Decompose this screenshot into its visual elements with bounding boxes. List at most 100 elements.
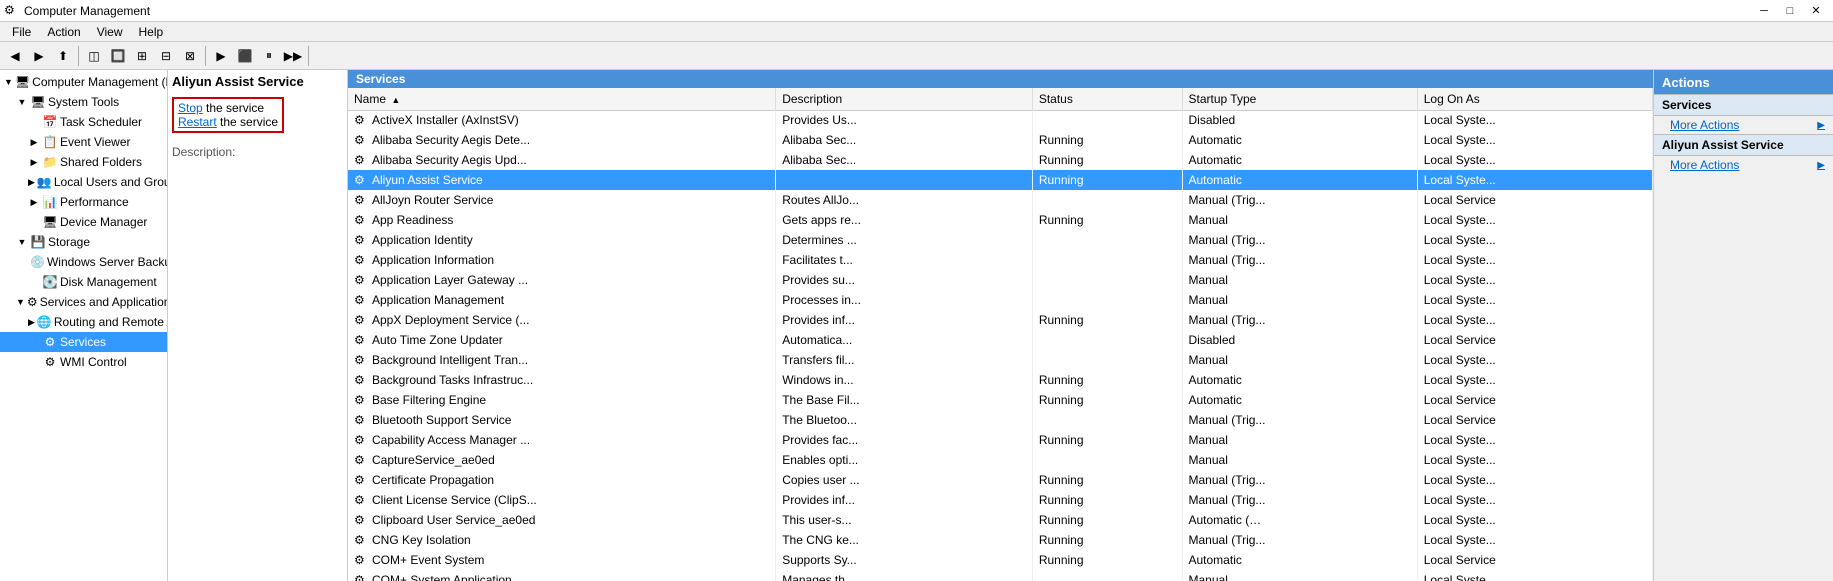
expand-system-tools[interactable]: ▼ bbox=[16, 96, 28, 108]
service-icon: ⚙ bbox=[354, 473, 370, 487]
sidebar-item-storage[interactable]: ▼ 💾 Storage bbox=[0, 232, 167, 252]
table-row[interactable]: ⚙Client License Service (ClipS... Provid… bbox=[348, 490, 1653, 510]
table-row[interactable]: ⚙Application Management Processes in... … bbox=[348, 290, 1653, 310]
menu-action[interactable]: Action bbox=[39, 23, 88, 41]
toolbar-stop[interactable]: ⬛ bbox=[234, 45, 256, 67]
menu-file[interactable]: File bbox=[4, 23, 39, 41]
expand-local-users[interactable]: ▶ bbox=[28, 176, 35, 188]
maximize-button[interactable]: □ bbox=[1777, 0, 1803, 22]
toolbar-forward[interactable]: ▶ bbox=[28, 45, 50, 67]
expand-device-manager[interactable] bbox=[28, 216, 40, 228]
table-row[interactable]: ⚙CaptureService_ae0ed Enables opti... Ma… bbox=[348, 450, 1653, 470]
service-icon: ⚙ bbox=[354, 353, 370, 367]
service-status-cell bbox=[1032, 330, 1182, 350]
actions-more-actions-aliyun[interactable]: More Actions ▶ bbox=[1654, 156, 1833, 174]
col-header-description[interactable]: Description bbox=[776, 88, 1033, 110]
sidebar-item-event-viewer[interactable]: ▶ 📋 Event Viewer bbox=[0, 132, 167, 152]
menu-view[interactable]: View bbox=[89, 23, 131, 41]
expand-wmi[interactable] bbox=[28, 356, 40, 368]
toolbar-up[interactable]: ⬆ bbox=[52, 45, 74, 67]
col-header-logon[interactable]: Log On As bbox=[1417, 88, 1652, 110]
table-row[interactable]: ⚙AllJoyn Router Service Routes AllJo... … bbox=[348, 190, 1653, 210]
expand-root[interactable]: ▼ bbox=[4, 76, 13, 88]
table-row[interactable]: ⚙Auto Time Zone Updater Automatica... Di… bbox=[348, 330, 1653, 350]
toolbar-btn3[interactable]: ⊞ bbox=[131, 45, 153, 67]
sidebar-item-routing[interactable]: ▶ 🌐 Routing and Remote Ac... bbox=[0, 312, 167, 332]
toolbar-btn2[interactable]: 🔲 bbox=[107, 45, 129, 67]
table-row[interactable]: ⚙Bluetooth Support Service The Bluetoo..… bbox=[348, 410, 1653, 430]
table-row[interactable]: ⚙Application Layer Gateway ... Provides … bbox=[348, 270, 1653, 290]
expand-services-apps[interactable]: ▼ bbox=[16, 296, 25, 308]
sidebar-item-windows-server-backup[interactable]: 💿 Windows Server Backup bbox=[0, 252, 167, 272]
service-icon: ⚙ bbox=[354, 453, 370, 467]
local-users-icon: 👥 bbox=[37, 174, 52, 190]
expand-disk-mgmt[interactable] bbox=[28, 276, 40, 288]
col-header-name[interactable]: Name ▲ bbox=[348, 88, 776, 110]
table-row[interactable]: ⚙Base Filtering Engine The Base Fil... R… bbox=[348, 390, 1653, 410]
services-apps-label: Services and Applications bbox=[40, 295, 168, 309]
menu-help[interactable]: Help bbox=[131, 23, 172, 41]
sidebar-item-shared-folders[interactable]: ▶ 📁 Shared Folders bbox=[0, 152, 167, 172]
service-desc-cell bbox=[776, 170, 1033, 190]
toolbar-btn5[interactable]: ⊠ bbox=[179, 45, 201, 67]
task-scheduler-label: Task Scheduler bbox=[60, 115, 142, 129]
expand-performance[interactable]: ▶ bbox=[28, 196, 40, 208]
service-status-cell bbox=[1032, 410, 1182, 430]
expand-event-viewer[interactable]: ▶ bbox=[28, 136, 40, 148]
toolbar-btn4[interactable]: ⊟ bbox=[155, 45, 177, 67]
sidebar-item-system-tools[interactable]: ▼ 🖥 System Tools bbox=[0, 92, 167, 112]
stop-link[interactable]: Stop bbox=[178, 101, 203, 115]
sidebar-item-wmi[interactable]: ⚙ WMI Control bbox=[0, 352, 167, 372]
tree-root-item[interactable]: ▼ 🖥 Computer Management (Local bbox=[0, 72, 167, 92]
table-row[interactable]: ⚙Alibaba Security Aegis Upd... Alibaba S… bbox=[348, 150, 1653, 170]
toolbar-back[interactable]: ◀ bbox=[4, 45, 26, 67]
table-row[interactable]: ⚙Application Identity Determines ... Man… bbox=[348, 230, 1653, 250]
toolbar-restart[interactable]: ▶▶ bbox=[282, 45, 304, 67]
service-name-cell: ⚙Application Management bbox=[348, 290, 776, 310]
shared-folders-icon: 📁 bbox=[42, 154, 58, 170]
table-row[interactable]: ⚙Clipboard User Service_ae0ed This user-… bbox=[348, 510, 1653, 530]
col-header-status[interactable]: Status bbox=[1032, 88, 1182, 110]
sidebar-item-local-users[interactable]: ▶ 👥 Local Users and Groups bbox=[0, 172, 167, 192]
sidebar-item-services[interactable]: ⚙ Services bbox=[0, 332, 167, 352]
service-status-cell: Running bbox=[1032, 310, 1182, 330]
table-row[interactable]: ⚙COM+ Event System Supports Sy... Runnin… bbox=[348, 550, 1653, 570]
expand-storage[interactable]: ▼ bbox=[16, 236, 28, 248]
service-icon: ⚙ bbox=[354, 433, 370, 447]
service-startup-cell: Manual bbox=[1182, 450, 1417, 470]
sidebar-item-disk-management[interactable]: 💽 Disk Management bbox=[0, 272, 167, 292]
sidebar-item-device-manager[interactable]: 🖥 Device Manager bbox=[0, 212, 167, 232]
service-status-cell: Running bbox=[1032, 170, 1182, 190]
restart-link[interactable]: Restart bbox=[178, 115, 217, 129]
sidebar-item-services-apps[interactable]: ▼ ⚙ Services and Applications bbox=[0, 292, 167, 312]
table-row[interactable]: ⚙Background Intelligent Tran... Transfer… bbox=[348, 350, 1653, 370]
toolbar-show-hide[interactable]: ◫ bbox=[83, 45, 105, 67]
table-row[interactable]: ⚙Aliyun Assist Service Running Automatic… bbox=[348, 170, 1653, 190]
minimize-button[interactable]: ─ bbox=[1751, 0, 1777, 22]
title-bar-text: Computer Management bbox=[24, 4, 1751, 18]
service-desc-cell: Transfers fil... bbox=[776, 350, 1033, 370]
table-row[interactable]: ⚙Application Information Facilitates t..… bbox=[348, 250, 1653, 270]
close-button[interactable]: ✕ bbox=[1803, 0, 1829, 22]
table-row[interactable]: ⚙Alibaba Security Aegis Dete... Alibaba … bbox=[348, 130, 1653, 150]
toolbar-play[interactable]: ▶ bbox=[210, 45, 232, 67]
col-header-startup[interactable]: Startup Type bbox=[1182, 88, 1417, 110]
sidebar-item-task-scheduler[interactable]: 📅 Task Scheduler bbox=[0, 112, 167, 132]
sidebar-item-performance[interactable]: ▶ 📊 Performance bbox=[0, 192, 167, 212]
actions-more-actions-services[interactable]: More Actions ▶ bbox=[1654, 116, 1833, 134]
table-row[interactable]: ⚙AppX Deployment Service (... Provides i… bbox=[348, 310, 1653, 330]
table-row[interactable]: ⚙ActiveX Installer (AxInstSV) Provides U… bbox=[348, 110, 1653, 130]
table-row[interactable]: ⚙COM+ System Application Manages th... M… bbox=[348, 570, 1653, 581]
table-row[interactable]: ⚙CNG Key Isolation The CNG ke... Running… bbox=[348, 530, 1653, 550]
table-row[interactable]: ⚙Certificate Propagation Copies user ...… bbox=[348, 470, 1653, 490]
toolbar-pause[interactable]: ⏸ bbox=[258, 45, 280, 67]
expand-task-scheduler[interactable] bbox=[28, 116, 40, 128]
expand-routing[interactable]: ▶ bbox=[28, 316, 35, 328]
table-row[interactable]: ⚙Background Tasks Infrastruc... Windows … bbox=[348, 370, 1653, 390]
service-desc-cell: Gets apps re... bbox=[776, 210, 1033, 230]
expand-services[interactable] bbox=[28, 336, 40, 348]
table-row[interactable]: ⚙App Readiness Gets apps re... Running M… bbox=[348, 210, 1653, 230]
expand-shared-folders[interactable]: ▶ bbox=[28, 156, 40, 168]
table-row[interactable]: ⚙Capability Access Manager ... Provides … bbox=[348, 430, 1653, 450]
service-logon-cell: Local Syste... bbox=[1417, 290, 1652, 310]
